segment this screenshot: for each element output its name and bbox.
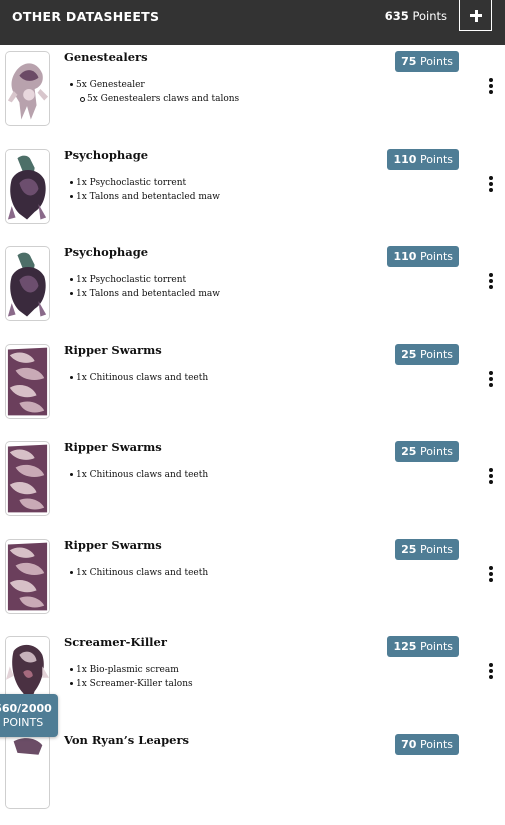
wargear-list: 1x Chitinous claws and teeth <box>70 468 208 482</box>
more-vertical-icon[interactable] <box>486 467 496 487</box>
points-badge-label: Points <box>420 640 453 653</box>
unit-thumbnail <box>5 51 50 126</box>
wargear-item: 1x Screamer-Killer talons <box>70 677 193 691</box>
points-badge-value: 110 <box>393 250 416 263</box>
points-badge-label: Points <box>420 738 453 751</box>
unit-name: Psychophage <box>64 148 148 162</box>
unit-name: Ripper Swarms <box>64 538 162 552</box>
wargear-item: 5x Genestealers claws and talons <box>70 92 239 106</box>
unit-name: Von Ryan’s Leapers <box>64 733 189 747</box>
datasheet-row[interactable]: Ripper Swarms 25 Points 1x Chitinous claws… <box>0 338 505 436</box>
more-vertical-icon[interactable] <box>486 272 496 292</box>
points-badge-value: 110 <box>393 153 416 166</box>
wargear-list: 1x Chitinous claws and teeth <box>70 566 208 580</box>
unit-thumbnail <box>5 734 50 809</box>
unit-name: Genestealers <box>64 50 148 64</box>
army-points-value: 560/2000 <box>0 702 58 715</box>
wargear-list: 1x Psychoclastic torrent1x Talons and be… <box>70 176 220 204</box>
points-badge-value: 125 <box>393 640 416 653</box>
points-badge-label: Points <box>420 153 453 166</box>
points-badge-value: 75 <box>401 55 416 68</box>
points-badge-value: 25 <box>401 445 416 458</box>
points-badge-label: Points <box>420 348 453 361</box>
datasheet-row[interactable]: Psychophage 110 Points 1x Psychoclastic to… <box>0 240 505 338</box>
more-vertical-icon[interactable] <box>486 565 496 585</box>
points-badge: 110 Points <box>387 246 459 267</box>
wargear-list: 1x Bio-plasmic scream1x Screamer-Killer … <box>70 663 193 691</box>
army-points-label: POINTS <box>0 716 58 729</box>
unit-thumbnail <box>5 149 50 224</box>
wargear-item: 1x Chitinous claws and teeth <box>70 566 208 580</box>
datasheet-row[interactable]: Von Ryan’s Leapers 70 Points <box>0 728 505 825</box>
wargear-item: 1x Chitinous claws and teeth <box>70 371 208 385</box>
wargear-item: 1x Bio-plasmic scream <box>70 663 193 677</box>
datasheet-row[interactable]: Ripper Swarms 25 Points 1x Chitinous claws… <box>0 435 505 533</box>
unit-thumbnail <box>5 441 50 516</box>
page-title: OTHER DATASHEETS <box>12 9 159 24</box>
add-datasheet-button[interactable] <box>459 0 492 31</box>
army-points-total[interactable]: 560/2000 POINTS <box>0 694 58 737</box>
points-badge: 25 Points <box>395 441 459 462</box>
unit-thumbnail <box>5 344 50 419</box>
wargear-item: 1x Psychoclastic torrent <box>70 176 220 190</box>
points-badge-label: Points <box>420 250 453 263</box>
more-vertical-icon[interactable] <box>486 370 496 390</box>
wargear-item: 1x Psychoclastic torrent <box>70 273 220 287</box>
more-vertical-icon[interactable] <box>486 175 496 195</box>
points-badge: 70 Points <box>395 734 459 755</box>
points-badge-label: Points <box>420 55 453 68</box>
points-badge: 25 Points <box>395 539 459 560</box>
points-badge-value: 25 <box>401 348 416 361</box>
datasheet-row[interactable]: Ripper Swarms 25 Points 1x Chitinous claws… <box>0 533 505 631</box>
unit-name: Ripper Swarms <box>64 343 162 357</box>
unit-name: Ripper Swarms <box>64 440 162 454</box>
wargear-list: 5x Genestealer5x Genestealers claws and … <box>70 78 239 106</box>
total-points-value: 635 <box>385 9 409 23</box>
wargear-item: 1x Talons and betentacled maw <box>70 190 220 204</box>
wargear-item: 1x Talons and betentacled maw <box>70 287 220 301</box>
more-vertical-icon[interactable] <box>486 77 496 97</box>
datasheet-row[interactable]: Screamer-Killer 125 Points 1x Bio-plasmic … <box>0 630 505 728</box>
points-badge: 125 Points <box>387 636 459 657</box>
points-badge-value: 70 <box>401 738 416 751</box>
points-badge: 110 Points <box>387 149 459 170</box>
points-badge-value: 25 <box>401 543 416 556</box>
total-points-label: Points <box>412 9 447 23</box>
points-badge: 75 Points <box>395 51 459 72</box>
unit-thumbnail <box>5 246 50 321</box>
app-header: OTHER DATASHEETS 635 Points <box>0 0 505 45</box>
datasheet-row[interactable]: Psychophage 110 Points 1x Psychoclastic to… <box>0 143 505 241</box>
wargear-list: 1x Psychoclastic torrent1x Talons and be… <box>70 273 220 301</box>
wargear-item: 1x Chitinous claws and teeth <box>70 468 208 482</box>
points-badge-label: Points <box>420 445 453 458</box>
wargear-item: 5x Genestealer <box>70 78 239 92</box>
wargear-list: 1x Chitinous claws and teeth <box>70 371 208 385</box>
unit-name: Psychophage <box>64 245 148 259</box>
unit-name: Screamer-Killer <box>64 635 167 649</box>
points-badge-label: Points <box>420 543 453 556</box>
datasheet-list: Genestealers 75 Points 5x Genestealer5x Ge… <box>0 45 505 825</box>
total-points: 635 Points <box>385 9 447 23</box>
points-badge: 25 Points <box>395 344 459 365</box>
more-vertical-icon[interactable] <box>486 662 496 682</box>
unit-thumbnail <box>5 539 50 614</box>
datasheet-row[interactable]: Genestealers 75 Points 5x Genestealer5x Ge… <box>0 45 505 143</box>
